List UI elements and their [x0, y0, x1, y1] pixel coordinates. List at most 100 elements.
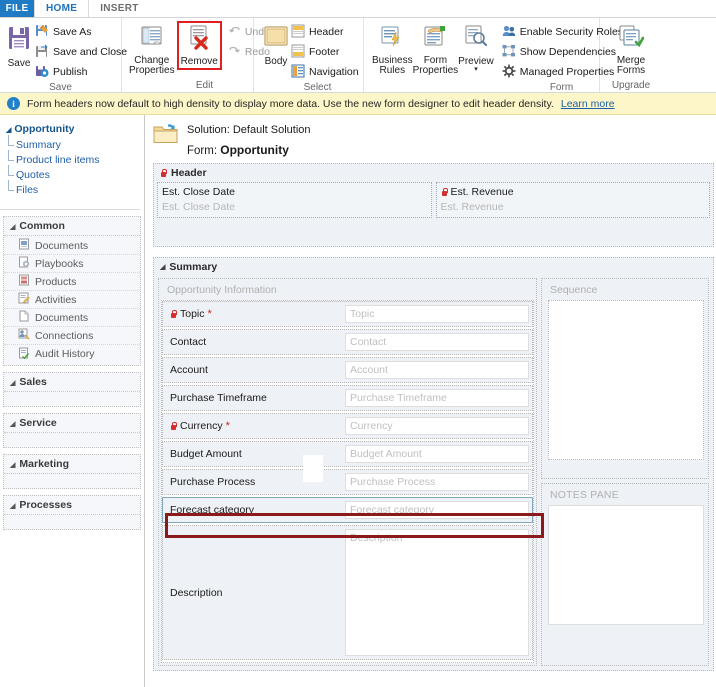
sidebar-group-sales-header[interactable]: ◢ Sales: [4, 373, 140, 392]
save-and-close-icon: [35, 44, 49, 61]
undo-icon: [228, 24, 241, 40]
form-name: Opportunity: [220, 143, 289, 157]
opportunity-information-column: Opportunity Information Topic * Topic Co…: [158, 278, 537, 666]
ribbon-group-save-label: Save: [49, 82, 72, 93]
sidebar-item-documents-alt[interactable]: Documents: [4, 309, 140, 327]
field-row-currency[interactable]: Currency * Currency: [162, 413, 533, 439]
sidebar-group-marketing-header[interactable]: ◢ Marketing: [4, 455, 140, 474]
sidebar-item-documents[interactable]: Documents: [4, 237, 140, 255]
field-input-forecast-category[interactable]: Forecast category: [345, 501, 529, 519]
sidebar-item-audit-history[interactable]: Audit History: [4, 345, 140, 363]
business-rules-button[interactable]: Business Rules: [372, 21, 413, 76]
notes-pane-body[interactable]: [548, 505, 704, 625]
sidebar-group-service-header[interactable]: ◢ Service: [4, 414, 140, 433]
sidebar-group-sales: ◢ Sales: [3, 372, 141, 407]
header-button[interactable]: Header: [289, 23, 361, 41]
field-input-budget-amount[interactable]: Budget Amount: [345, 445, 529, 463]
field-label: Est. Revenue: [450, 186, 514, 198]
summary-tab-label: Summary: [169, 261, 218, 273]
sidebar-item-files[interactable]: Files: [6, 180, 144, 197]
learn-more-link[interactable]: Learn more: [561, 98, 615, 110]
sequence-header: Sequence: [550, 284, 598, 296]
sidebar-item-label: Documents: [35, 239, 89, 252]
field-label: Est. Close Date: [162, 186, 235, 198]
sidebar-item-activities[interactable]: Activities: [4, 291, 140, 309]
save-button[interactable]: Save: [5, 21, 33, 69]
right-columns: Sequence NOTES PANE: [541, 278, 709, 666]
merge-forms-button[interactable]: Merge Forms: [609, 21, 653, 76]
header-section-title: Header: [154, 164, 713, 182]
field-row-description[interactable]: Description Description: [162, 525, 533, 660]
ribbon-group-edit-label: Edit: [195, 80, 214, 91]
field-label: Currency: [180, 420, 223, 432]
opportunity-information-header: Opportunity Information: [167, 284, 277, 296]
publish-label: Publish: [53, 66, 88, 78]
field-input-account[interactable]: Account: [345, 361, 529, 379]
business-rules-label: Business Rules: [372, 55, 413, 76]
sidebar-item-label: Activities: [35, 293, 77, 306]
navigation-button[interactable]: Navigation: [289, 63, 361, 81]
ribbon-group-upgrade: Merge Forms Upgrade: [600, 18, 662, 92]
header-section[interactable]: Header Est. Close Date Est. Close Date E…: [153, 163, 714, 247]
sequence-subgrid[interactable]: [548, 300, 704, 460]
save-and-close-button[interactable]: Save and Close: [33, 43, 129, 61]
field-row-topic[interactable]: Topic * Topic: [162, 301, 533, 327]
field-row-forecast-category[interactable]: Forecast category Forecast category: [162, 497, 533, 523]
save-as-button[interactable]: Save As: [33, 23, 129, 41]
field-input-contact[interactable]: Contact: [345, 333, 529, 351]
sidebar-item-summary[interactable]: Summary: [6, 135, 144, 152]
sidebar-group-processes-header[interactable]: ◢ Processes: [4, 496, 140, 515]
tab-file[interactable]: FILE: [0, 0, 34, 17]
field-input-description[interactable]: Description: [345, 529, 529, 656]
change-properties-button[interactable]: Change Properties: [129, 21, 175, 76]
field-input-purchase-process[interactable]: Purchase Process: [345, 473, 529, 491]
save-group-commands: Save As Save and Close Publish: [33, 21, 129, 81]
header-field-est-close-date[interactable]: Est. Close Date Est. Close Date: [157, 182, 432, 218]
footer-button[interactable]: Footer: [289, 43, 361, 61]
sidebar-item-products[interactable]: Products: [4, 273, 140, 291]
sidebar-root-title[interactable]: ◢ Opportunity: [6, 123, 144, 135]
publish-button[interactable]: Publish: [33, 63, 129, 81]
solution-info: Solution: Default Solution Form: Opportu…: [145, 115, 716, 163]
field-input-currency[interactable]: Currency: [345, 417, 529, 435]
field-input-purchase-timeframe[interactable]: Purchase Timeframe: [345, 389, 529, 407]
remove-button[interactable]: Remove: [176, 21, 222, 70]
ribbon-group-form-label: Form: [549, 82, 574, 93]
sidebar-item-label: Products: [35, 275, 77, 288]
field-row-purchase-process[interactable]: Purchase Process Purchase Process: [162, 469, 533, 495]
field-row-account[interactable]: Account Account: [162, 357, 533, 383]
documents-icon: [18, 238, 30, 253]
sidebar-group-processes: ◢ Processes: [3, 495, 141, 530]
business-rules-icon: [379, 24, 405, 53]
tab-insert[interactable]: INSERT: [89, 0, 149, 17]
field-row-purchase-timeframe[interactable]: Purchase Timeframe Purchase Timeframe: [162, 385, 533, 411]
field-input-topic[interactable]: Topic: [345, 305, 529, 323]
notification-message: Form headers now default to high density…: [27, 97, 554, 110]
collapse-triangle-icon: ◢: [10, 224, 16, 231]
sidebar-item-product-line-items[interactable]: Product line items: [6, 150, 144, 167]
tab-home[interactable]: HOME: [34, 0, 90, 17]
save-and-close-label: Save and Close: [53, 46, 128, 58]
sidebar-item-label: Playbooks: [35, 257, 84, 270]
preview-icon: [463, 24, 489, 53]
field-row-budget-amount[interactable]: Budget Amount Budget Amount: [162, 441, 533, 467]
ribbon-tab-strip: FILE HOME INSERT: [0, 0, 716, 18]
form-properties-button[interactable]: Form Properties: [413, 21, 458, 76]
sidebar-item-connections[interactable]: Connections: [4, 327, 140, 345]
sidebar-group-common-label: Common: [19, 220, 65, 232]
sidebar-item-quotes[interactable]: Quotes: [6, 165, 144, 182]
field-row-contact[interactable]: Contact Contact: [162, 329, 533, 355]
summary-tab-section[interactable]: ◢ Summary Opportunity Information Topic …: [153, 257, 714, 671]
sidebar-item-playbooks[interactable]: Playbooks: [4, 255, 140, 273]
navigation-icon: [291, 64, 305, 81]
preview-button[interactable]: Preview ▾: [458, 21, 494, 73]
chevron-down-icon[interactable]: ▾: [474, 66, 478, 73]
sidebar-group-common-header[interactable]: ◢ Common: [4, 217, 140, 236]
form-properties-icon: [422, 24, 448, 53]
sidebar-item-label: Audit History: [35, 348, 95, 360]
header-field-est-revenue[interactable]: Est. Revenue Est. Revenue: [435, 182, 710, 218]
footer-icon: [291, 44, 305, 61]
summary-tab-title[interactable]: ◢ Summary: [154, 258, 713, 276]
body-button[interactable]: Body: [263, 21, 289, 67]
merge-forms-icon: [618, 24, 645, 53]
